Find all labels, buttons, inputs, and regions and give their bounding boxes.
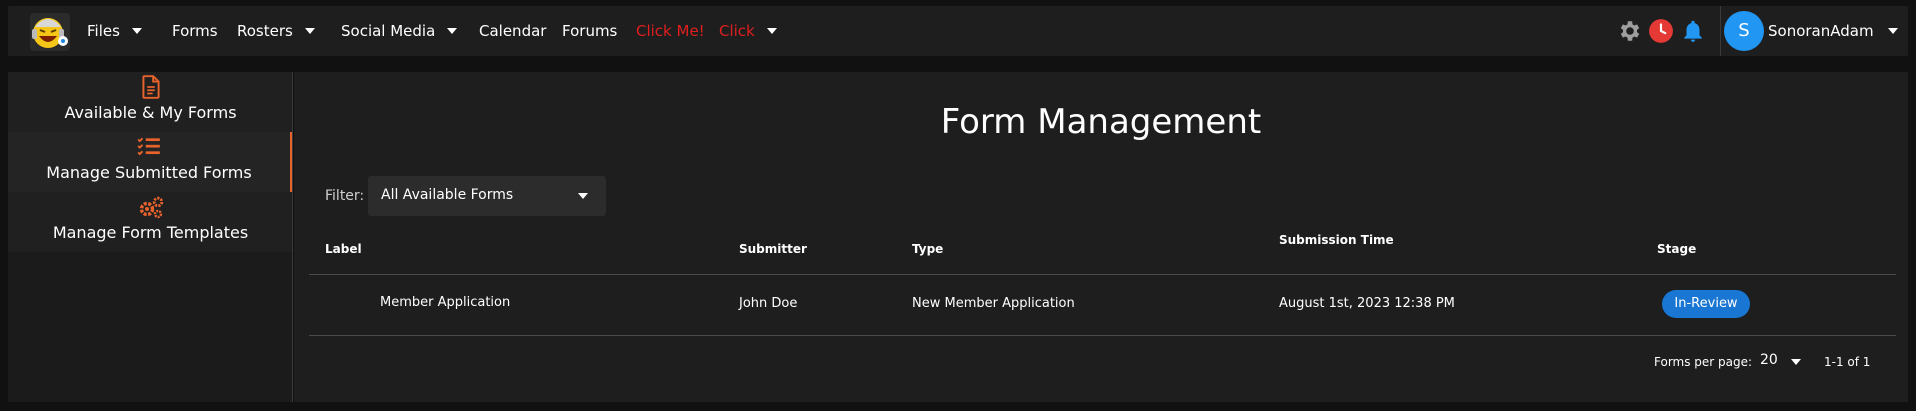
gears-icon [139, 196, 163, 219]
main-content: Form Management Filter: All Available Fo… [294, 72, 1908, 402]
laughing-emoji-icon [32, 18, 68, 48]
table-divider [309, 335, 1896, 336]
bell-icon[interactable] [1680, 18, 1706, 44]
chevron-down-icon [766, 27, 777, 34]
col-header-label[interactable]: Label [325, 242, 362, 256]
pagination-range: 1-1 of 1 [1824, 355, 1871, 369]
filter-value: All Available Forms [381, 187, 514, 203]
nav-click[interactable]: Click [719, 6, 777, 56]
sidebar-item-label: Manage Submitted Forms [46, 163, 252, 182]
avatar[interactable]: S [1724, 11, 1764, 51]
rows-per-page-label: Forms per page: [1654, 355, 1753, 369]
page-title: Form Management [940, 102, 1262, 142]
chevron-down-icon [1887, 27, 1898, 34]
nav-social-media[interactable]: Social Media [341, 6, 458, 56]
nav-forms[interactable]: Forms [172, 6, 218, 56]
gear-icon[interactable] [1617, 18, 1643, 44]
chevron-down-icon[interactable] [1791, 359, 1801, 365]
chevron-down-icon [447, 27, 458, 34]
clock-icon[interactable] [1648, 18, 1674, 44]
user-menu[interactable]: SonoranAdam [1768, 6, 1898, 56]
nav-forums[interactable]: Forums [562, 6, 617, 56]
cell-submitter: John Doe [739, 296, 798, 311]
sidebar: Available & My Forms Manage Submitted Fo… [8, 72, 293, 402]
sidebar-item-label: Manage Form Templates [52, 223, 249, 242]
status-badge[interactable]: In-Review [1662, 290, 1750, 318]
cell-type: New Member Application [912, 296, 1075, 311]
top-navbar: Files Forms Rosters Social Media Calenda… [8, 6, 1908, 56]
sidebar-nav: Available & My Forms Manage Submitted Fo… [8, 72, 293, 252]
cell-label: Member Application [380, 295, 511, 310]
chevron-down-icon [131, 27, 142, 34]
table-divider [309, 274, 1896, 275]
col-header-submission-time[interactable]: Submission Time [1279, 233, 1394, 247]
sidebar-item-label: Available & My Forms [64, 103, 237, 122]
rows-per-page-select[interactable]: 20 [1760, 352, 1778, 368]
chevron-down-icon [578, 193, 588, 199]
document-icon [141, 75, 160, 99]
sidebar-item-available-forms[interactable]: Available & My Forms [8, 72, 293, 132]
sidebar-divider [292, 72, 293, 402]
col-header-stage[interactable]: Stage [1657, 242, 1696, 256]
cell-submission-time: August 1st, 2023 12:38 PM [1279, 296, 1455, 311]
sidebar-item-manage-submitted-forms[interactable]: Manage Submitted Forms [8, 132, 293, 192]
nav-calendar[interactable]: Calendar [479, 6, 546, 56]
col-header-submitter[interactable]: Submitter [739, 242, 807, 256]
nav-rosters[interactable]: Rosters [237, 6, 315, 56]
filter-select[interactable]: All Available Forms [368, 176, 606, 216]
checklist-icon [137, 137, 160, 156]
site-logo[interactable] [30, 13, 70, 51]
col-header-type[interactable]: Type [912, 242, 943, 256]
divider [1720, 6, 1721, 56]
nav-click-me[interactable]: Click Me! [636, 6, 705, 56]
nav-files[interactable]: Files [87, 6, 142, 56]
filter-label: Filter: [325, 188, 365, 204]
chevron-down-icon [304, 27, 315, 34]
sidebar-item-manage-form-templates[interactable]: Manage Form Templates [8, 192, 293, 252]
